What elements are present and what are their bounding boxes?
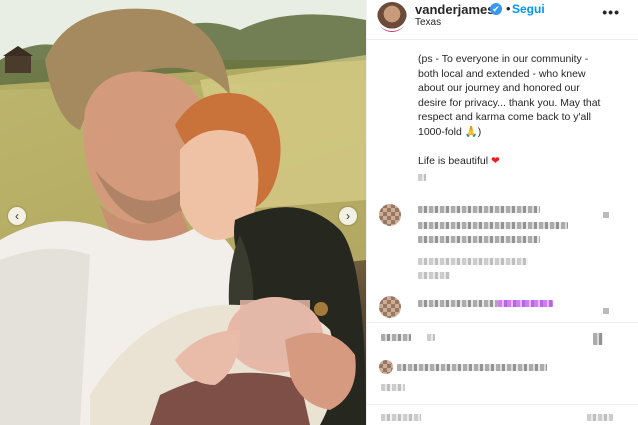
comment-input-divider [367,404,638,405]
comment-text [418,222,568,229]
follow-button[interactable]: Segui [512,2,545,16]
publish-button[interactable] [587,414,613,421]
location-link[interactable]: Texas [415,17,441,28]
post-date [381,384,405,391]
chevron-left-icon: ‹ [15,209,19,223]
username-link[interactable]: vanderjames [415,2,495,17]
more-options-icon[interactable]: ••• [602,4,620,20]
caption-line: about our journey and honored our [418,82,580,95]
post-caption: (ps - To everyone in our community - bot… [418,52,624,169]
action-icon[interactable] [427,334,435,341]
caption-closing-line: Life is beautiful ❤ [418,154,624,169]
save-icon[interactable] [593,333,603,345]
carousel-next-button[interactable]: › [339,207,357,225]
caption-line: 1000-fold 🙏) [418,125,482,138]
reply-link[interactable] [418,272,450,279]
like-comment-icon[interactable] [603,308,609,314]
like-comment-icon[interactable] [603,212,609,218]
action-icons[interactable] [381,334,411,341]
comment-text [418,206,540,213]
post-sidebar: vanderjames ✔ • Segui Texas ••• (ps - To… [366,0,638,425]
caption-line: respect and karma come back to y'all [418,111,591,124]
caption-line: desire for privacy... thank you. May tha… [418,96,601,109]
caption-line: both local and extended - who knew [418,67,586,80]
chevron-right-icon: › [346,209,350,223]
comment-meta [418,258,528,265]
photo-illustration [0,0,366,425]
caption-closing-text: Life is beautiful [418,155,489,168]
heart-emoji-icon: ❤ [490,155,500,168]
caption-line: (ps - To everyone in our community - [418,53,589,65]
add-comment-input[interactable] [381,414,421,421]
caption-meta [418,174,426,181]
comment-text [418,236,540,243]
verified-badge-icon: ✔ [490,3,502,15]
header-separator: • [506,1,511,16]
carousel-previous-button[interactable]: ‹ [8,207,26,225]
likes-text[interactable] [397,364,547,371]
liker-avatar [379,360,393,374]
post-header: vanderjames ✔ • Segui Texas ••• [367,0,638,40]
post-photo[interactable]: ‹ › [0,0,366,425]
comment-emoji [498,300,553,307]
commenter-avatar[interactable] [379,204,401,226]
profile-avatar-icon[interactable] [377,2,407,32]
actions-divider [367,322,638,323]
commenter-avatar[interactable] [379,296,401,318]
comment-text [418,300,498,307]
